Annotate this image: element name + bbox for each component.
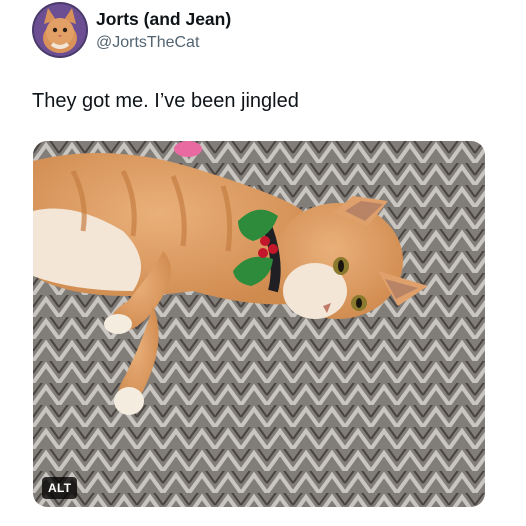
author-handle[interactable]: @JortsTheCat [96,32,231,54]
tweet-header: Jorts (and Jean) @JortsTheCat [32,2,492,60]
orange-cat-avatar-icon[interactable] [32,2,88,58]
tweet-photo[interactable] [33,141,485,507]
alt-text-badge[interactable]: ALT [42,477,78,499]
display-name[interactable]: Jorts (and Jean) [96,8,231,30]
author-names: Jorts (and Jean) @JortsTheCat [96,8,231,54]
tweet-text: They got me. I’ve been jingled [32,90,299,112]
